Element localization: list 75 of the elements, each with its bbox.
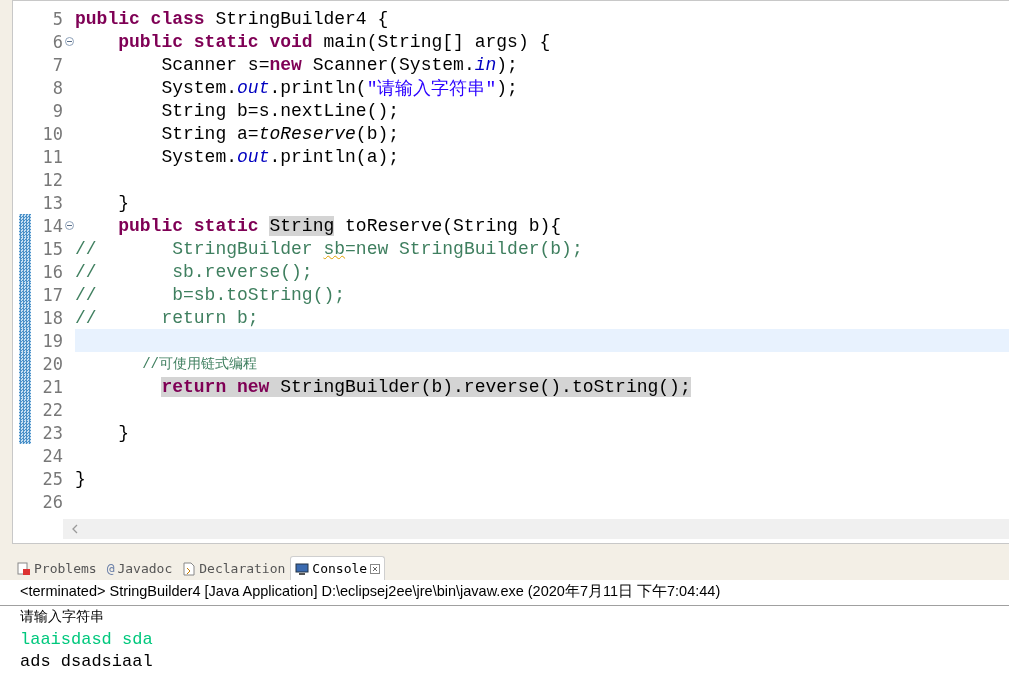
line-number: 13 [41,192,63,213]
console-line: 请输入字符串 [19,607,105,626]
monitor-icon [295,561,310,576]
code-text: // b=sb.toString(); [75,284,346,305]
problems-icon [17,561,31,576]
line-number: 24 [41,445,63,466]
fold-icon[interactable] [64,37,74,46]
code-text: new [269,54,303,75]
horizontal-scrollbar[interactable] [63,519,1009,539]
line-number: 20 [41,353,63,374]
panel-tab[interactable]: Declaration [177,556,291,580]
code-text: public class [75,8,206,29]
code-text: (b); [355,123,400,144]
code-text: } [117,422,129,443]
code-text: // return b; [75,307,259,328]
line-number: 9 [51,100,63,121]
code-text: StringBuilder(b).reverse().toString(); [280,376,691,397]
line-number: 8 [51,77,63,98]
code-text: main(String[] args) { [323,31,551,52]
code-text: public static void [117,31,314,52]
close-icon[interactable] [370,563,381,574]
console-line: ads dsadsiaal [19,650,154,672]
code-text: out [237,146,270,167]
line-number: 14 [41,215,63,236]
line-number: 23 [41,422,63,443]
line-number: 17 [41,284,63,305]
code-editor[interactable] [12,0,1009,544]
code-text: //可使用链式编程 [141,354,257,373]
code-text: String a= [160,123,259,144]
code-text: toReserve(String b){ [344,215,562,236]
line-number: 19 [41,330,63,351]
panel-tab[interactable]: Problems [12,556,102,580]
code-text: StringBuilder4 { [215,8,389,29]
line-number: 12 [41,169,63,190]
line-number: 18 [41,307,63,328]
line-number: 16 [41,261,63,282]
line-number: 21 [41,376,63,397]
code-text: // sb.reverse(); [75,261,313,282]
line-number: 10 [41,123,63,144]
line-number: 22 [41,399,63,420]
line-number: 7 [51,54,63,75]
code-text: System. [160,77,238,98]
code-text: toReserve [258,123,356,144]
code-text: ); [496,77,518,98]
line-number: 11 [41,146,63,167]
code-text: Scanner s= [160,54,270,75]
code-text: "请输入字符串" [366,77,497,100]
at-icon: @ [106,561,115,576]
code-text: Scanner(System. [312,54,475,75]
document-icon [182,561,197,576]
code-text: ); [496,54,518,75]
line-number: 25 [41,468,63,489]
code-text: // StringBuilder [75,238,314,259]
code-text: sb [323,238,346,259]
line-number: 15 [41,238,63,259]
fold-icon[interactable] [64,221,74,230]
panel-tab[interactable]: Console [290,556,386,580]
code-text: =new StringBuilder(b); [345,238,583,259]
console-header: <terminated> StringBuilder4 [Java Application] D:\eclipsej2ee\jre\bin\javaw.exe (2020年7月11日 下午7:04:44) [0,580,1009,606]
code-text: } [117,192,129,213]
code-text: in [474,54,497,75]
line-number: 5 [51,8,63,29]
code-text: .println( [269,77,367,98]
code-text: out [237,77,270,98]
line-number: 26 [41,491,63,512]
console-line: laaisdasd sda [19,628,154,650]
panel-tab[interactable]: @ Javadoc [101,556,178,580]
code-text: return new [161,376,281,397]
code-text: .println(a); [269,146,400,167]
line-number: 6 [51,31,63,52]
code-text: System. [160,146,238,167]
code-text: } [75,468,86,489]
code-text: String b=s.nextLine(); [160,100,400,121]
code-text: String [269,215,335,236]
code-text: public static [117,215,260,236]
